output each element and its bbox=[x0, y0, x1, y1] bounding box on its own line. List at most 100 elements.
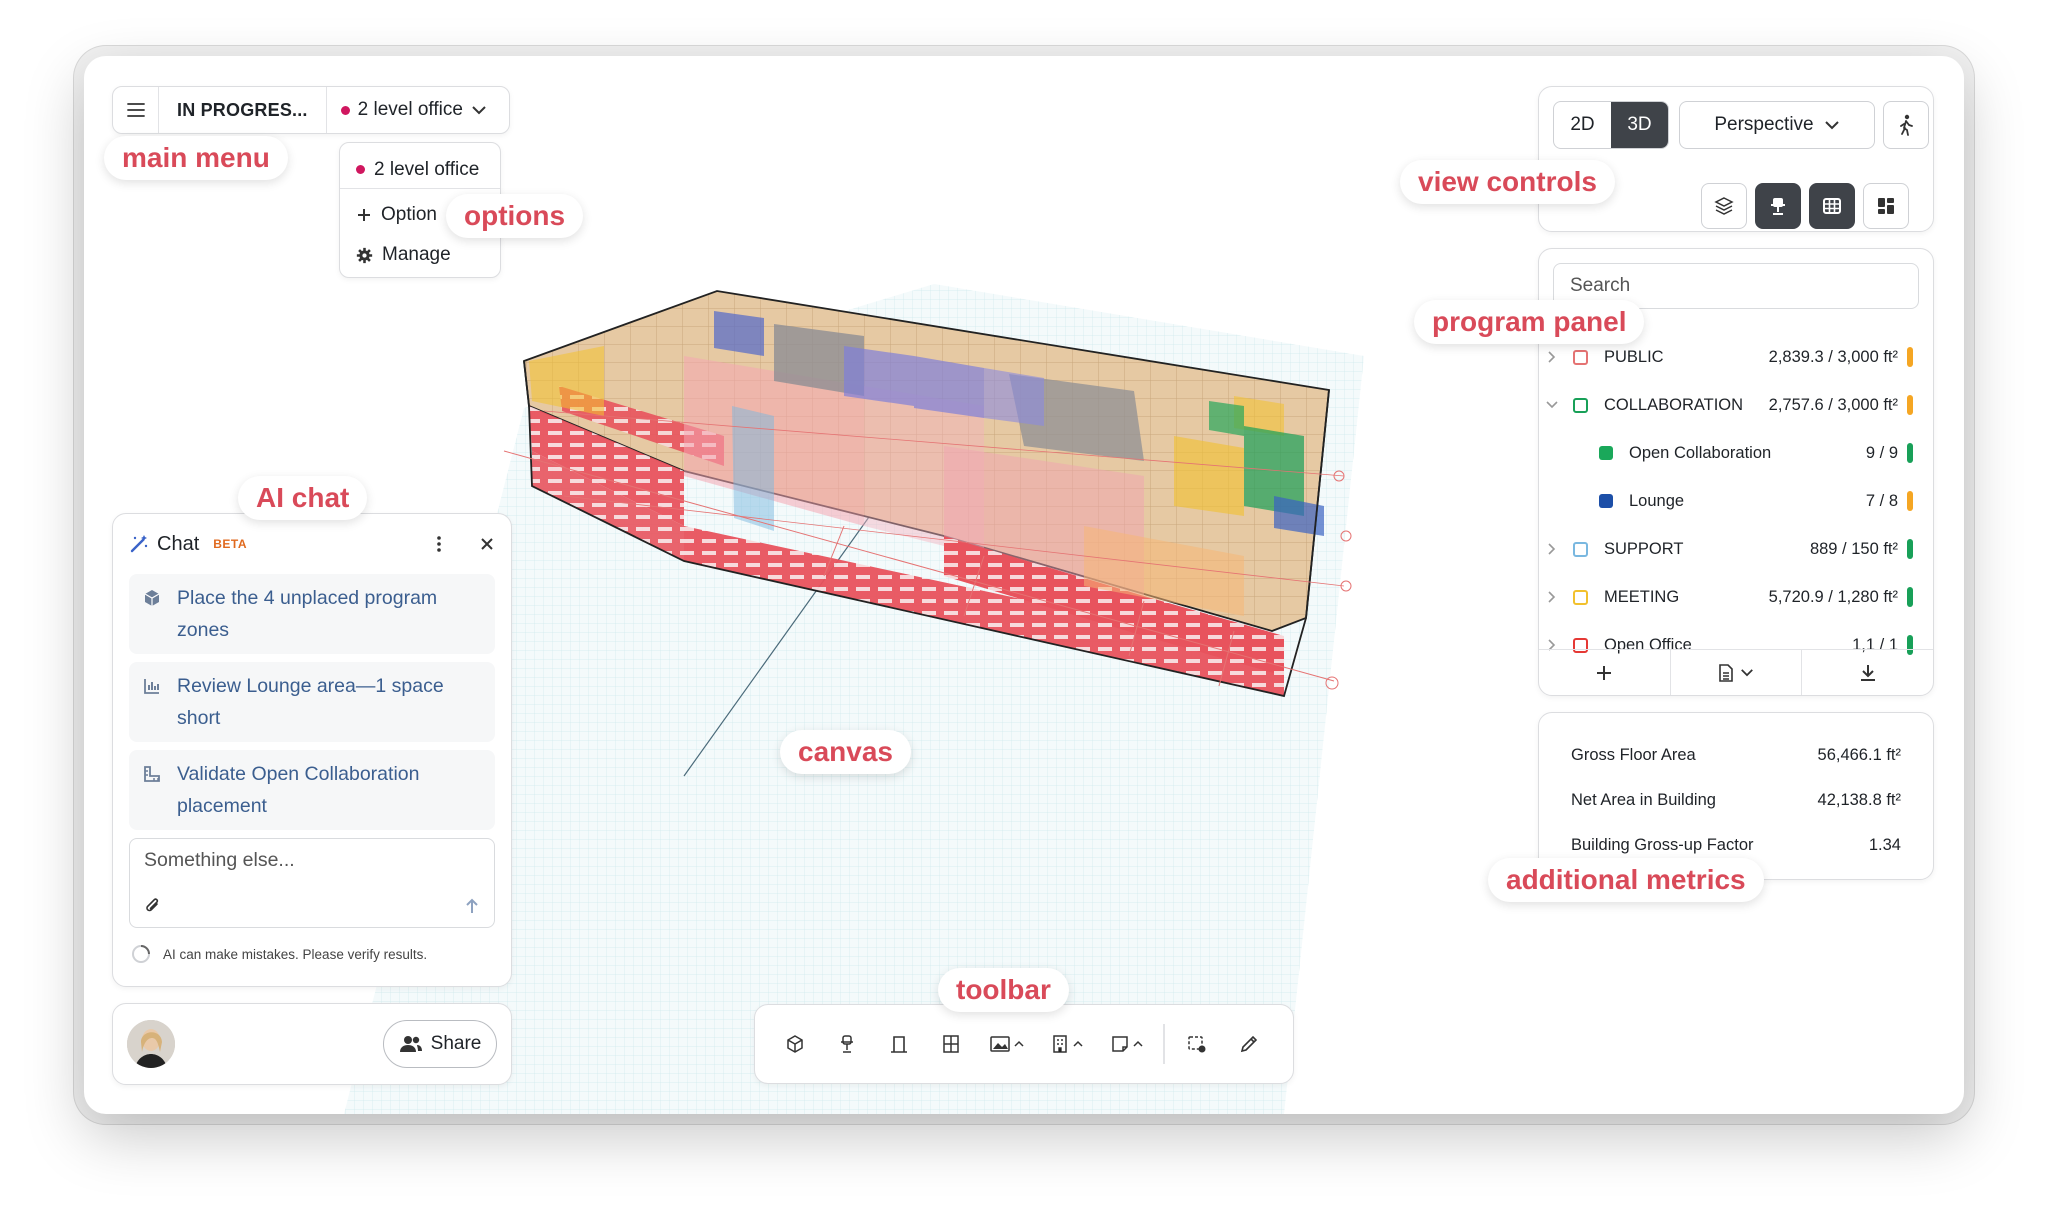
metrics-panel: Gross Floor Area 56,466.1 ft² Net Area i… bbox=[1538, 712, 1934, 880]
chat-suggestion[interactable]: Place the 4 unplaced program zones bbox=[129, 574, 495, 654]
chat-suggestion[interactable]: Validate Open Collaboration placement bbox=[129, 750, 495, 830]
plus-icon bbox=[358, 209, 370, 221]
toolbar bbox=[754, 1004, 1294, 1084]
program-list: PUBLIC 2,839.3 / 3,000 ft² COLLABORATION 2,… bbox=[1539, 333, 1933, 659]
annotation-program-panel: program panel bbox=[1414, 300, 1645, 344]
manage-options-item[interactable]: Manage bbox=[340, 235, 500, 275]
chevron-right-icon[interactable] bbox=[1539, 542, 1565, 556]
program-color-swatch bbox=[1599, 446, 1613, 460]
desk-icon bbox=[841, 1035, 853, 1053]
grid-icon bbox=[1823, 198, 1841, 214]
chevron-right-icon[interactable] bbox=[1539, 350, 1565, 364]
chevron-down-icon bbox=[1741, 669, 1753, 677]
tool-desk[interactable] bbox=[821, 1018, 873, 1070]
spreadsheet-icon bbox=[1719, 663, 1733, 682]
annotation-toolbar: toolbar bbox=[938, 968, 1069, 1012]
main-menu-button[interactable] bbox=[113, 87, 159, 133]
toolbar-divider bbox=[1163, 1024, 1165, 1064]
program-item-row[interactable]: Lounge 7 / 8 bbox=[1539, 477, 1933, 525]
program-label: Open Collaboration bbox=[1629, 443, 1772, 462]
annotation-ai-chat: AI chat bbox=[238, 476, 368, 520]
chat-suggestion[interactable]: Review Lounge area—1 space short bbox=[129, 662, 495, 742]
mode-2d-button[interactable]: 2D bbox=[1554, 102, 1611, 148]
furniture-toggle[interactable] bbox=[1755, 183, 1801, 229]
tool-select-area[interactable] bbox=[1171, 1018, 1223, 1070]
option-current[interactable]: 2 level office bbox=[340, 151, 500, 189]
program-value: 9 / 9 bbox=[1865, 443, 1898, 462]
spinner-icon bbox=[132, 945, 150, 963]
option-color-dot bbox=[356, 165, 365, 174]
option-selector[interactable]: 2 level office bbox=[327, 87, 501, 133]
view-controls: 2D 3D Perspective bbox=[1538, 86, 1934, 232]
chevron-right-icon[interactable] bbox=[1539, 590, 1565, 604]
select-area-icon bbox=[1187, 1036, 1205, 1053]
tool-image[interactable] bbox=[977, 1018, 1037, 1070]
import-menu-button[interactable] bbox=[1671, 650, 1803, 695]
user-card: Share bbox=[112, 1003, 512, 1085]
image-icon bbox=[990, 1036, 1010, 1052]
annotation-main-menu: main menu bbox=[104, 136, 288, 180]
program-category-row[interactable]: MEETING 5,720.9 / 1,280 ft² bbox=[1539, 573, 1933, 621]
building-icon bbox=[1053, 1035, 1067, 1053]
chevron-down-icon[interactable] bbox=[1539, 400, 1565, 410]
dashboard-icon bbox=[1878, 198, 1894, 214]
tool-pencil[interactable] bbox=[1223, 1018, 1275, 1070]
option-color-dot bbox=[340, 105, 350, 115]
share-button[interactable]: Share bbox=[383, 1020, 497, 1068]
project-status[interactable]: IN PROGRES... bbox=[159, 87, 327, 133]
sticky-note-icon bbox=[1112, 1036, 1128, 1052]
add-program-button[interactable] bbox=[1539, 650, 1671, 695]
tool-box[interactable] bbox=[769, 1018, 821, 1070]
program-color-swatch bbox=[1599, 494, 1613, 508]
tool-note[interactable] bbox=[1097, 1018, 1157, 1070]
top-bar: IN PROGRES... 2 level office bbox=[112, 86, 510, 134]
category-color-swatch bbox=[1573, 541, 1588, 557]
walking-person-icon bbox=[1900, 114, 1913, 136]
program-category-row[interactable]: SUPPORT 889 / 150 ft² bbox=[1539, 525, 1933, 573]
chevron-up-icon bbox=[1133, 1040, 1143, 1047]
tool-door[interactable] bbox=[873, 1018, 925, 1070]
close-icon[interactable] bbox=[479, 536, 495, 552]
users-icon bbox=[399, 1036, 422, 1052]
chat-input[interactable]: Something else... bbox=[129, 838, 495, 928]
metric-row: Net Area in Building 42,138.8 ft² bbox=[1571, 791, 1901, 809]
annotation-options: options bbox=[446, 194, 584, 238]
chart-icon bbox=[144, 679, 159, 694]
door-icon bbox=[891, 1036, 907, 1053]
window-icon bbox=[943, 1035, 959, 1053]
gear-icon bbox=[356, 247, 373, 263]
tool-window[interactable] bbox=[925, 1018, 977, 1070]
avatar[interactable] bbox=[127, 1020, 175, 1068]
tool-building[interactable] bbox=[1037, 1018, 1097, 1070]
program-value: 2,757.6 / 3,000 ft² bbox=[1768, 395, 1898, 414]
program-item-row[interactable]: Open Collaboration 9 / 9 bbox=[1539, 429, 1933, 477]
category-color-swatch bbox=[1573, 397, 1588, 413]
walk-mode-button[interactable] bbox=[1883, 101, 1929, 149]
program-label: MEETING bbox=[1604, 587, 1680, 606]
send-arrow-icon[interactable] bbox=[464, 897, 480, 915]
annotation-view-controls: view controls bbox=[1400, 160, 1615, 204]
program-category-row[interactable]: COLLABORATION 2,757.6 / 3,000 ft² bbox=[1539, 381, 1933, 429]
magic-wand-icon bbox=[130, 535, 148, 553]
more-vertical-icon[interactable] bbox=[429, 534, 449, 554]
pencil-icon bbox=[1240, 1035, 1257, 1053]
chevron-up-icon bbox=[1014, 1040, 1024, 1047]
cube-icon bbox=[144, 590, 160, 606]
status-indicator bbox=[1907, 395, 1913, 415]
download-button[interactable] bbox=[1802, 650, 1933, 695]
hamburger-icon bbox=[126, 103, 145, 117]
status-indicator bbox=[1907, 443, 1913, 463]
program-value: 5,720.9 / 1,280 ft² bbox=[1768, 587, 1898, 606]
category-color-swatch bbox=[1573, 349, 1588, 365]
option-name: 2 level office bbox=[357, 99, 463, 120]
annotation-canvas: canvas bbox=[780, 730, 911, 774]
annotation-additional-metrics: additional metrics bbox=[1488, 858, 1764, 902]
layers-button[interactable] bbox=[1701, 183, 1747, 229]
grid-toggle[interactable] bbox=[1809, 183, 1855, 229]
paperclip-icon[interactable] bbox=[144, 897, 162, 915]
projection-select[interactable]: Perspective bbox=[1679, 101, 1875, 149]
chat-header: Chat BETA bbox=[113, 514, 511, 574]
desk-chair-icon bbox=[1771, 198, 1785, 215]
mode-3d-button[interactable]: 3D bbox=[1611, 102, 1668, 148]
dashboard-button[interactable] bbox=[1863, 183, 1909, 229]
